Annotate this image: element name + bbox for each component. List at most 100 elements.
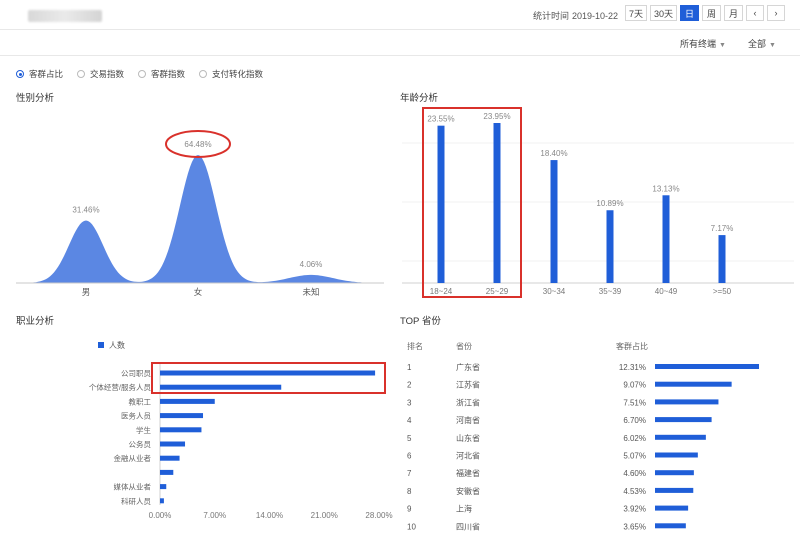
occupation-bar <box>160 427 202 433</box>
province-rank: 8 <box>407 487 412 496</box>
province-name: 江苏省 <box>456 380 480 390</box>
chevron-left-icon: ‹ <box>753 8 757 18</box>
province-rank: 9 <box>407 505 412 514</box>
province-rank: 7 <box>407 469 412 478</box>
stat-time-label: 统计时间 <box>533 11 570 21</box>
province-share: 3.92% <box>623 505 646 514</box>
age-chart: 23.55% 18~24 23.95% 25~29 18.40% 30~34 10.89% 3… <box>402 107 794 298</box>
period-7d-button[interactable]: 7天 <box>625 5 647 21</box>
province-name: 广东省 <box>456 362 480 372</box>
occupation-tick-label: 0.00% <box>149 511 172 520</box>
gender-data-label: 64.48% <box>184 140 211 149</box>
column-header-province: 省份 <box>456 341 472 351</box>
province-share: 6.70% <box>623 416 646 425</box>
province-bar <box>655 434 706 440</box>
period-month-button[interactable]: 月 <box>724 5 743 21</box>
province-rank: 2 <box>407 381 412 390</box>
province-share: 5.07% <box>623 452 646 461</box>
age-bar <box>662 195 670 283</box>
occupation-label: 公司职员 <box>121 369 151 378</box>
radio-dot <box>138 70 147 78</box>
province-bar <box>655 452 698 458</box>
radio-crowd-index[interactable]: 客群指数 <box>138 68 185 80</box>
province-bar <box>655 399 719 405</box>
period-30d-button[interactable]: 30天 <box>650 5 677 21</box>
occupation-chart: 人数公司职员个体经营/服务人员教职工医务人员学生公务员金融从业者媒体从业者科研人… <box>89 340 393 520</box>
occupation-bar <box>160 469 174 475</box>
period-day-button[interactable]: 日 <box>680 5 699 21</box>
province-bar <box>655 364 759 369</box>
province-rank: 10 <box>407 522 416 531</box>
age-tick-label: 30~34 <box>543 287 566 296</box>
province-share: 12.31% <box>619 363 646 372</box>
header-divider <box>0 29 800 30</box>
channel-select[interactable]: 所有终端 ▼ <box>680 37 726 50</box>
radio-label: 客群占比 <box>29 69 64 79</box>
legend-swatch <box>98 342 104 348</box>
gender-data-label: 4.06% <box>300 260 323 269</box>
age-data-label: 23.55% <box>427 115 454 124</box>
gender-data-label: 31.46% <box>72 206 99 215</box>
occupation-label: 教职工 <box>129 396 152 406</box>
gender-area <box>16 155 384 283</box>
province-name: 河南省 <box>456 415 480 425</box>
province-bar <box>655 381 732 387</box>
radio-dot <box>199 70 208 78</box>
blurred-shop-name <box>28 10 102 22</box>
occupation-tick-label: 14.00% <box>256 511 283 520</box>
filter-divider <box>0 55 800 56</box>
occupation-bar <box>160 455 180 461</box>
age-tick-label: 25~29 <box>486 287 509 296</box>
scope-select-value: 全部 <box>748 39 767 49</box>
radio-trade-index[interactable]: 交易指数 <box>77 68 124 80</box>
gender-tick-label: 未知 <box>302 287 319 297</box>
province-rank: 3 <box>407 398 412 407</box>
radio-crowd-share[interactable]: 客群占比 <box>16 68 63 80</box>
occupation-label: 媒体从业者 <box>114 482 152 492</box>
province-rank: 1 <box>407 363 412 372</box>
occupation-tick-label: 7.00% <box>203 511 226 520</box>
occupation-bar <box>160 498 164 504</box>
age-bar <box>493 123 501 283</box>
legend-label: 人数 <box>109 340 125 350</box>
scope-select[interactable]: 全部 ▼ <box>748 37 776 50</box>
province-bar <box>655 470 694 476</box>
occupation-label: 科研人员 <box>121 496 151 506</box>
province-bar <box>655 487 694 493</box>
occupation-label: 学生 <box>136 425 151 435</box>
occupation-label: 公务员 <box>129 439 152 449</box>
province-name: 浙江省 <box>456 397 480 407</box>
prev-button[interactable]: ‹ <box>746 5 764 21</box>
age-bar <box>437 125 445 283</box>
occupation-bar <box>160 398 215 404</box>
age-tick-label: 18~24 <box>430 287 453 296</box>
period-week-button[interactable]: 周 <box>702 5 721 21</box>
province-rank: 5 <box>407 434 412 443</box>
occupation-bar <box>160 441 186 447</box>
next-button[interactable]: › <box>767 5 785 21</box>
province-name: 福建省 <box>456 468 480 478</box>
province-name: 上海 <box>456 504 472 514</box>
radio-label: 客群指数 <box>151 69 186 79</box>
column-header-share: 客群占比 <box>616 341 648 351</box>
chevron-down-icon: ▼ <box>769 42 776 49</box>
age-tick-label: 40~49 <box>655 287 678 296</box>
channel-select-value: 所有终端 <box>680 39 717 49</box>
province-bar <box>655 417 712 423</box>
gender-tick-label: 女 <box>194 287 203 297</box>
radio-label: 支付转化指数 <box>212 69 264 79</box>
age-data-label: 10.89% <box>596 199 623 208</box>
age-bar <box>550 160 558 283</box>
age-data-label: 23.95% <box>483 112 510 121</box>
province-name: 山东省 <box>456 433 480 443</box>
age-bar <box>606 210 614 283</box>
age-tick-label: 35~39 <box>599 287 622 296</box>
province-table: 排名 省份 客群占比 1 广东省 12.31% 2 江苏省 9.07% 3 浙江省 7.51% 4 河南省… <box>407 341 759 531</box>
province-rank: 4 <box>407 416 412 425</box>
occupation-label: 金融从业者 <box>114 453 152 463</box>
stat-time: 统计时间 2019-10-22 <box>533 9 618 22</box>
occupation-label: 医务人员 <box>121 411 151 421</box>
province-name: 安徽省 <box>456 486 480 496</box>
radio-pay-conversion-index[interactable]: 支付转化指数 <box>199 68 263 80</box>
chevron-down-icon: ▼ <box>719 42 726 49</box>
